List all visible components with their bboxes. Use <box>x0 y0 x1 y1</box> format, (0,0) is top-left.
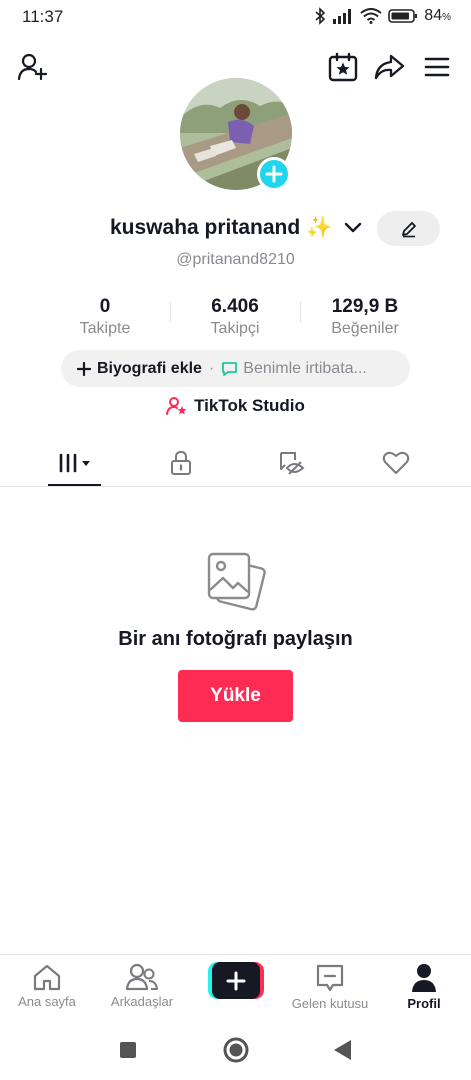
stat-value: 129,9 B <box>331 296 399 317</box>
back-button[interactable] <box>328 1036 356 1064</box>
share-icon <box>374 54 405 80</box>
hamburger-menu-icon <box>424 57 450 77</box>
name-row: kuswaha pritanand ✨ <box>0 208 471 248</box>
battery-level: 84% <box>424 7 451 24</box>
status-time: 11:37 <box>22 7 64 26</box>
nav-label: Gelen kutusu <box>291 996 369 1011</box>
status-bar: 11:37 84% <box>0 0 471 36</box>
bio-actions: Biyografi ekle · Benimle irtibata... <box>61 350 410 387</box>
add-bio-label: Biyografi ekle <box>97 359 202 377</box>
lock-icon <box>171 450 191 475</box>
avatar-container[interactable] <box>180 78 292 191</box>
studio-label: TikTok Studio <box>194 396 305 415</box>
nav-home[interactable]: Ana sayfa <box>0 963 94 1019</box>
add-user-icon <box>17 53 48 81</box>
photo-icon <box>207 552 266 611</box>
profile-handle: @pritanand8210 <box>176 251 295 268</box>
circle-icon <box>223 1037 249 1063</box>
wifi-icon <box>360 8 382 24</box>
tab-liked[interactable] <box>366 440 426 486</box>
profile-name[interactable]: kuswaha pritanand ✨ <box>110 216 332 240</box>
create-button[interactable] <box>208 962 264 999</box>
empty-state-title: Bir anı fotoğrafı paylaşın <box>118 628 353 650</box>
bluetooth-icon <box>315 7 326 25</box>
hidden-eye-icon <box>280 452 305 475</box>
edit-profile-button[interactable] <box>377 211 440 246</box>
chevron-down-icon[interactable] <box>344 220 362 236</box>
nav-inbox[interactable]: Gelen kutusu <box>283 963 377 1019</box>
heart-icon <box>382 451 410 474</box>
add-avatar-button[interactable] <box>257 157 291 191</box>
upload-button[interactable]: Yükle <box>178 670 293 722</box>
profile-stats: 0 Takipte 6.406 Takipçi 129,9 B Beğenile… <box>40 296 430 344</box>
separator-dot: · <box>208 359 215 377</box>
content-tabs <box>0 440 471 487</box>
square-icon <box>120 1042 136 1058</box>
nav-label: Ana sayfa <box>18 994 76 1009</box>
stat-label: Beğeniler <box>331 320 399 337</box>
inbox-icon <box>316 964 344 992</box>
stat-label: Takipte <box>79 320 131 337</box>
tab-videos[interactable] <box>45 440 105 486</box>
plus-icon <box>77 361 91 376</box>
contact-button[interactable]: Benimle irtibata... <box>221 360 367 378</box>
pencil-icon <box>401 221 416 237</box>
home-button[interactable] <box>222 1036 250 1064</box>
create-button-face <box>212 962 260 999</box>
plus-icon <box>265 165 283 183</box>
calendar-button[interactable] <box>326 50 360 84</box>
contact-label: Benimle irtibata... <box>243 359 367 377</box>
tab-hidden[interactable] <box>261 440 321 486</box>
share-button[interactable] <box>372 50 406 84</box>
plus-icon <box>226 971 246 990</box>
studio-icon <box>166 397 187 415</box>
status-icons: 84% <box>314 7 451 25</box>
recents-button[interactable] <box>114 1036 142 1064</box>
tab-private[interactable] <box>151 440 211 486</box>
stat-likes[interactable]: 129,9 B Beğeniler <box>300 296 430 344</box>
stat-value: 6.406 <box>211 296 259 317</box>
back-triangle-icon <box>334 1040 351 1060</box>
stat-followers[interactable]: 6.406 Takipçi <box>170 296 300 344</box>
nav-friends[interactable]: Arkadaşlar <box>95 963 189 1019</box>
tiktok-studio-link[interactable]: TikTok Studio <box>0 396 471 416</box>
calendar-star-icon <box>328 52 358 82</box>
nav-profile[interactable]: Profil <box>377 963 471 1019</box>
stat-label: Takipçi <box>210 320 260 337</box>
add-friend-button[interactable] <box>16 50 50 84</box>
bottom-nav: Ana sayfa Arkadaşlar Gelen kutusu Profil <box>0 954 471 1020</box>
nav-label: Profil <box>407 996 441 1011</box>
active-tab-indicator <box>48 484 101 486</box>
message-icon <box>222 362 238 376</box>
stat-following[interactable]: 0 Takipte <box>40 296 170 344</box>
add-bio-button[interactable]: Biyografi ekle <box>77 360 202 378</box>
nav-label: Arkadaşlar <box>110 994 174 1009</box>
signal-icon <box>333 9 352 24</box>
friends-icon <box>126 963 158 991</box>
battery-icon <box>388 9 418 23</box>
stat-value: 0 <box>99 296 111 317</box>
menu-button[interactable] <box>420 50 454 84</box>
system-nav-bar <box>0 1020 471 1080</box>
grid-icon <box>59 453 90 473</box>
profile-icon <box>412 964 436 992</box>
home-icon <box>33 964 61 991</box>
